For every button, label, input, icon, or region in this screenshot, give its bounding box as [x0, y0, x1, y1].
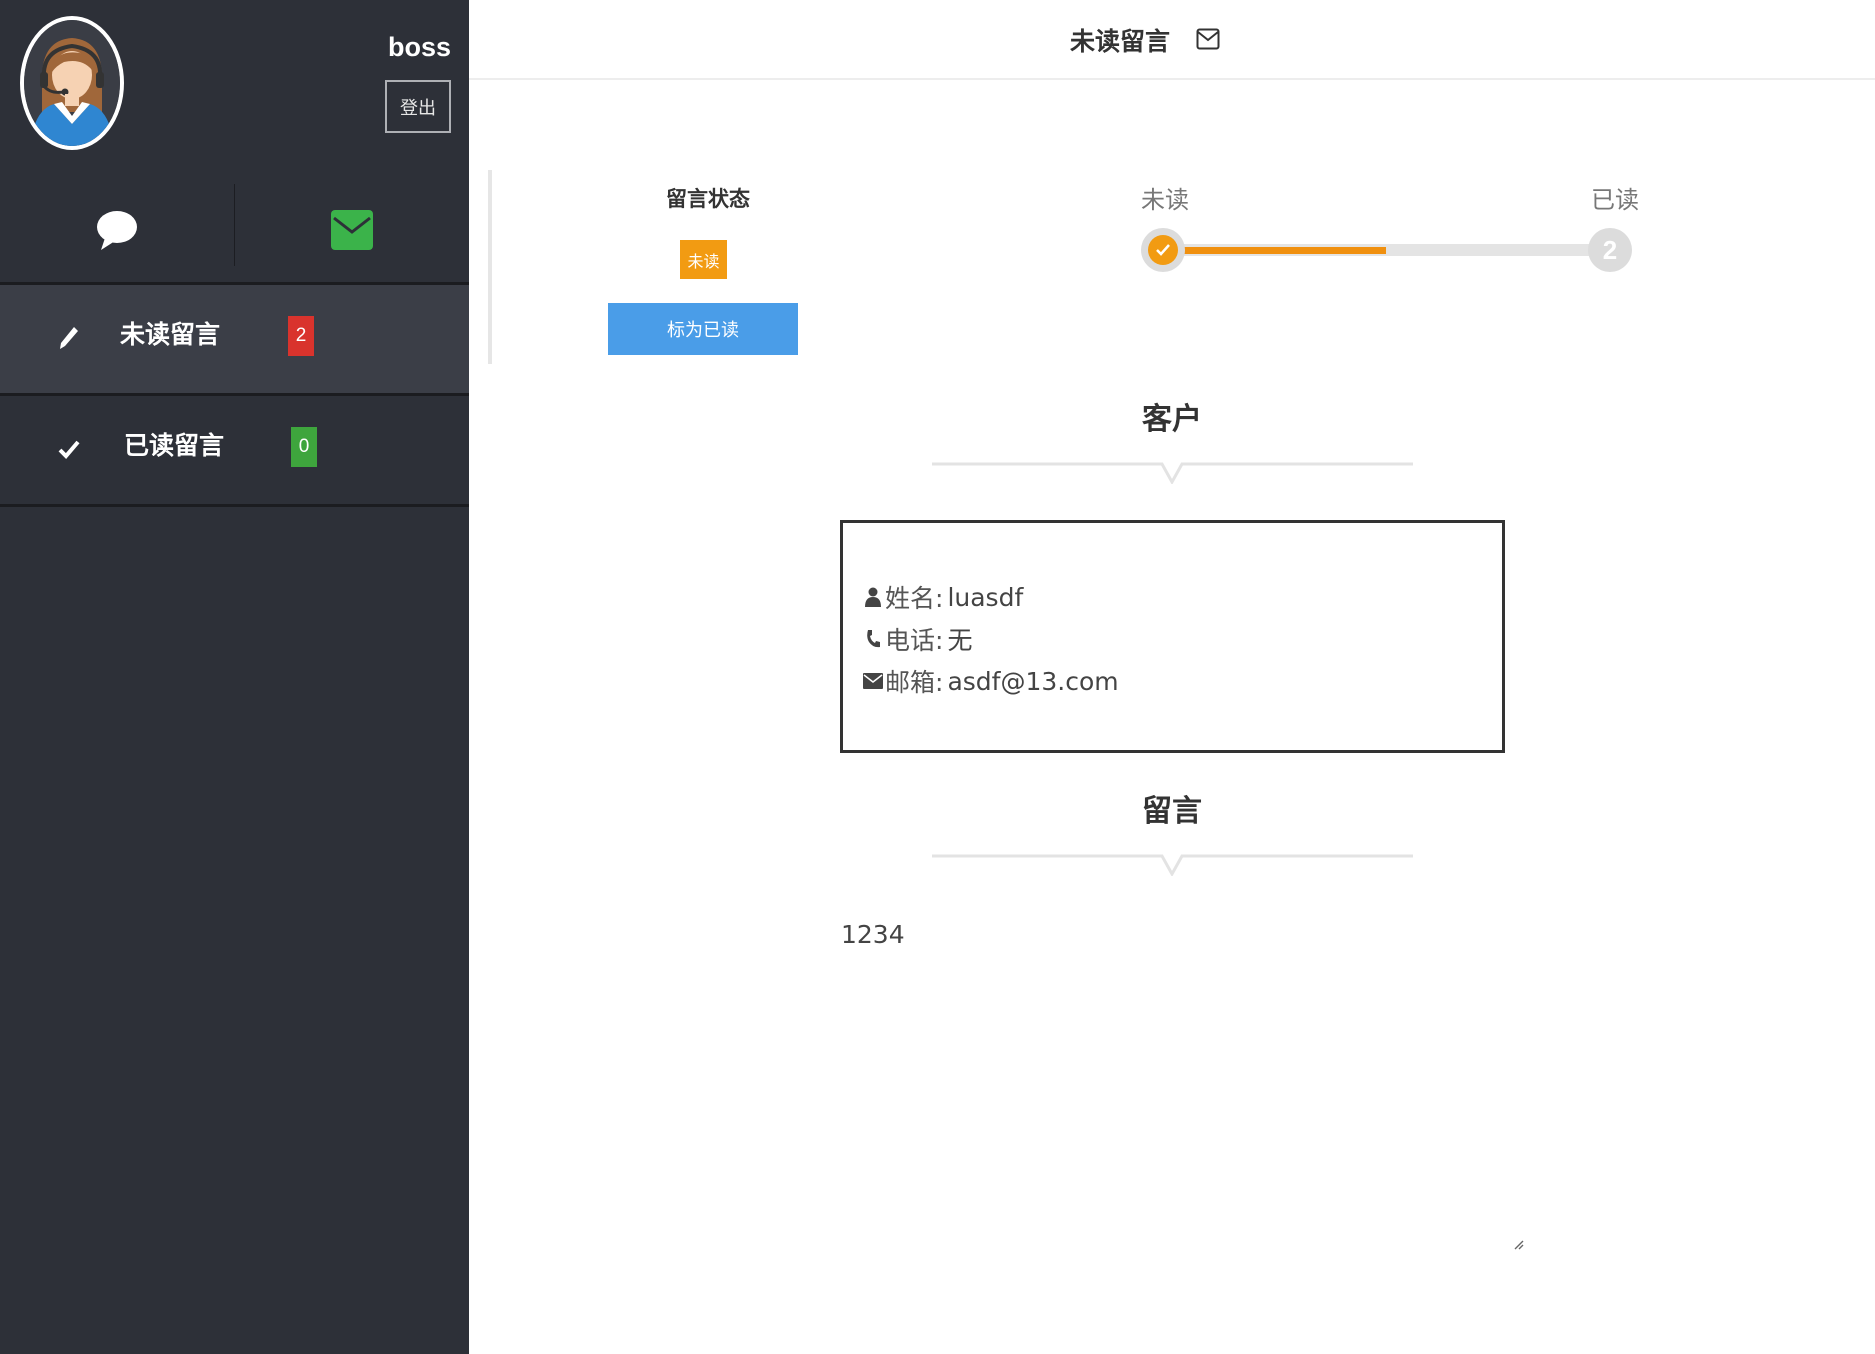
sidebar-item-unread[interactable]: 未读留言 2 [0, 285, 469, 393]
phone-label: 电话: [885, 626, 944, 655]
chat-icon [95, 208, 139, 256]
message-section-title: 留言 [1142, 794, 1202, 829]
sidebar: boss 登出 未读留言 2 已读留言 0 [0, 0, 469, 1354]
customer-email-row: 邮箱: asdf@13.com [863, 663, 1119, 699]
message-tab[interactable] [235, 180, 469, 284]
status-divider [488, 170, 492, 364]
name-label: 姓名: [885, 584, 944, 613]
customer-email: asdf@13.com [947, 666, 1119, 696]
section-divider [932, 462, 1413, 484]
phone-icon [863, 628, 883, 650]
mark-read-button[interactable]: 标为已读 [608, 303, 798, 355]
envelope-icon [863, 670, 883, 692]
username: boss [387, 32, 451, 62]
unread-count-badge: 2 [288, 316, 314, 356]
step-2-circle: 2 [1588, 228, 1632, 272]
sidebar-tab-row [0, 180, 469, 284]
customer-name-row: 姓名: luasdf [863, 579, 1023, 615]
customer-info-card: 姓名: luasdf 电话: 无 邮箱: asdf@13.com [840, 520, 1505, 753]
customer-section-title: 客户 [1142, 402, 1202, 437]
sidebar-item-read[interactable]: 已读留言 0 [0, 396, 469, 504]
sidebar-item-label: 未读留言 [120, 320, 221, 349]
customer-name: luasdf [947, 582, 1024, 612]
agent-avatar [20, 16, 124, 150]
message-content: 1234 [841, 920, 905, 949]
chat-tab[interactable] [0, 180, 234, 284]
envelope-icon [331, 210, 373, 254]
status-badge: 未读 [680, 240, 727, 279]
step-unread-label: 未读 [1141, 186, 1189, 214]
step-1-circle [1141, 228, 1185, 272]
email-label: 邮箱: [885, 668, 944, 697]
pencil-icon [56, 321, 82, 355]
step-read-label: 已读 [1591, 186, 1639, 214]
customer-phone-row: 电话: 无 [863, 621, 972, 657]
sidebar-divider [0, 504, 469, 507]
resize-handle-icon[interactable] [1512, 1238, 1524, 1250]
customer-phone: 无 [947, 626, 973, 655]
status-label: 留言状态 [666, 187, 750, 211]
user-icon [863, 586, 883, 608]
envelope-outline-icon [1196, 28, 1220, 50]
sidebar-item-label: 已读留言 [124, 431, 225, 460]
section-divider [932, 854, 1413, 876]
progress-fill [1162, 247, 1386, 254]
logout-button[interactable]: 登出 [385, 80, 451, 133]
read-count-badge: 0 [291, 427, 317, 467]
check-icon [56, 432, 82, 466]
check-icon [1148, 235, 1178, 265]
top-bar: 未读留言 [469, 0, 1875, 80]
page-title: 未读留言 [1070, 27, 1171, 56]
